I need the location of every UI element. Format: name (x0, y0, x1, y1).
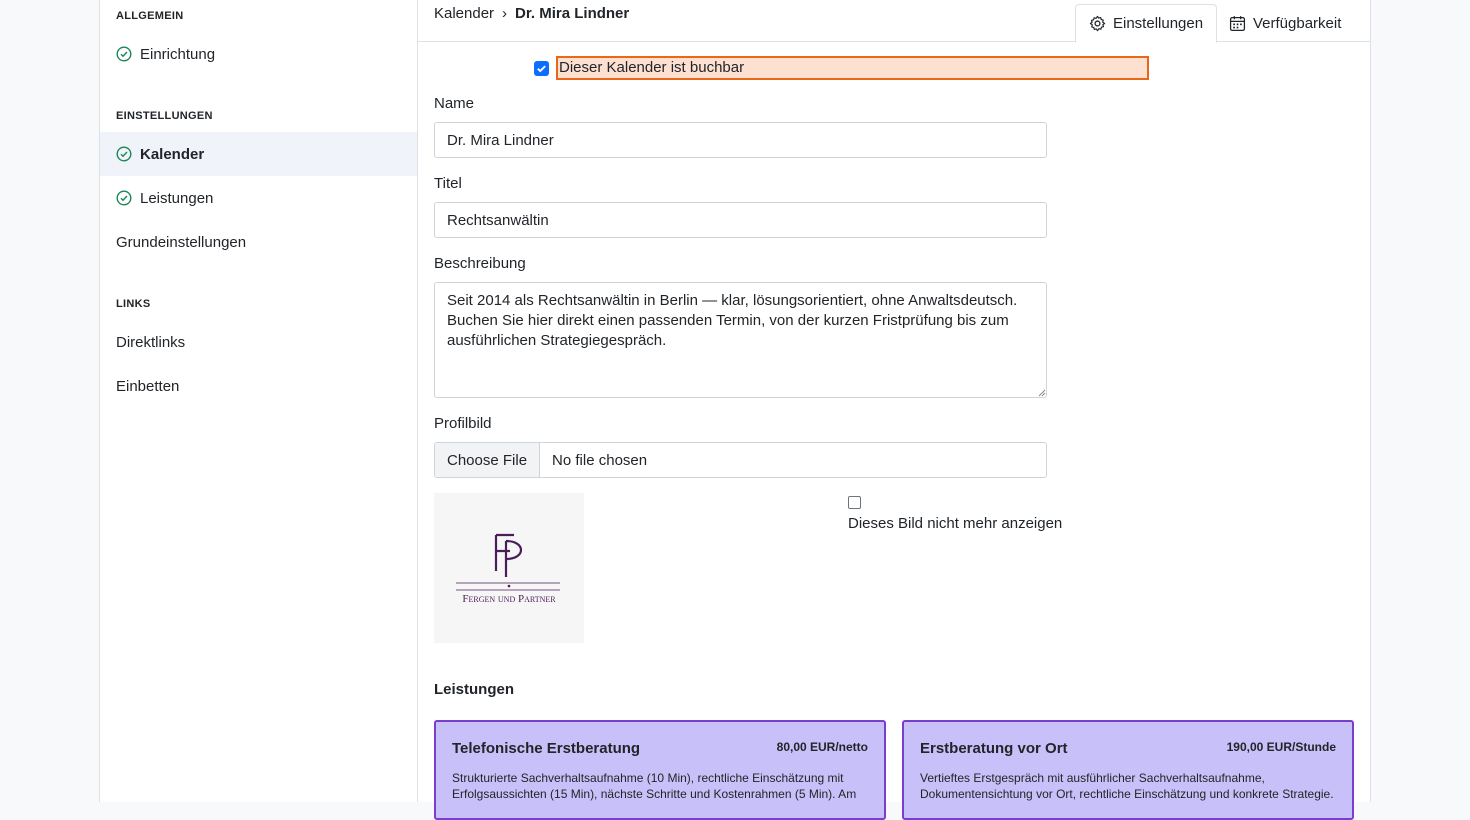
service-card[interactable]: Telefonische Erstberatung 80,00 EUR/nett… (434, 720, 886, 820)
check-circle-icon (116, 146, 132, 162)
services-heading: Leistungen (434, 681, 515, 698)
sidebar-item-label: Leistungen (140, 189, 214, 207)
profile-image-file-input[interactable]: Choose File No file chosen (434, 442, 1047, 478)
sidebar-item-leistungen[interactable]: Leistungen (100, 176, 417, 220)
profile-image: Fergen und Partner (434, 493, 584, 643)
bookable-checkbox[interactable] (534, 61, 549, 76)
hide-image-label[interactable]: Dieses Bild nicht mehr anzeigen (848, 515, 1062, 532)
service-price: 190,00 EUR/Stunde (1226, 740, 1336, 754)
sidebar-item-label: Kalender (140, 145, 205, 163)
service-title: Erstberatung vor Ort (920, 740, 1068, 757)
sidebar-item-einrichtung[interactable]: Einrichtung (100, 32, 417, 76)
bookable-label[interactable]: Dieser Kalender ist buchbar (556, 56, 1149, 80)
name-input[interactable]: Dr. Mira Lindner (434, 122, 1047, 158)
tab-verfuegbarkeit[interactable]: Verfügbarkeit (1216, 4, 1354, 42)
resize-handle-icon[interactable] (1038, 389, 1046, 397)
sidebar-item-label: Einbetten (116, 377, 180, 395)
sidebar-section-einstellungen: EINSTELLUNGEN (116, 110, 213, 122)
check-circle-icon (116, 190, 132, 206)
breadcrumb: Kalender › Dr. Mira Lindner (434, 5, 629, 22)
name-label: Name (434, 95, 475, 112)
sidebar-section-allgemein: ALLGEMEIN (116, 10, 184, 22)
description-label: Beschreibung (434, 255, 526, 272)
sidebar-section-links: LINKS (116, 298, 151, 310)
service-card[interactable]: Erstberatung vor Ort 190,00 EUR/Stunde V… (902, 720, 1354, 820)
calendar-icon (1229, 15, 1246, 32)
file-status: No file chosen (552, 451, 648, 469)
sidebar-item-kalender[interactable]: Kalender (100, 132, 417, 176)
logo-text: Fergen und Partner (462, 593, 556, 605)
app-shell: ALLGEMEIN Einrichtung EINSTELLUNGEN Kale… (99, 0, 1371, 820)
sidebar-item-direktlinks[interactable]: Direktlinks (100, 320, 417, 364)
service-price: 80,00 EUR/netto (776, 740, 868, 754)
service-title: Telefonische Erstberatung (452, 740, 641, 757)
title-label: Titel (434, 175, 462, 192)
sidebar-item-label: Grundeinstellungen (116, 233, 247, 251)
gear-icon (1089, 15, 1106, 32)
tab-label: Einstellungen (1113, 15, 1204, 32)
profile-image-label: Profilbild (434, 415, 492, 432)
top-bar: Kalender › Dr. Mira Lindner Einstellunge… (418, 0, 1370, 43)
main-content: Kalender › Dr. Mira Lindner Einstellunge… (418, 0, 1370, 820)
choose-file-button[interactable]: Choose File (435, 443, 541, 477)
tab-einstellungen[interactable]: Einstellungen (1075, 4, 1218, 43)
hide-image-checkbox[interactable] (848, 496, 861, 509)
description-textarea[interactable]: Seit 2014 als Rechtsanwältin in Berlin —… (434, 282, 1047, 398)
breadcrumb-current: Dr. Mira Lindner (515, 5, 630, 22)
service-description: Vertieftes Erstgespräch mit ausführliche… (920, 771, 1334, 801)
sidebar-item-label: Einrichtung (140, 45, 216, 63)
title-input[interactable]: Rechtsanwältin (434, 202, 1047, 238)
service-description: Strukturierte Sachverhaltsaufnahme (10 M… (452, 771, 857, 801)
breadcrumb-separator: › (502, 5, 508, 22)
check-circle-icon (116, 46, 132, 62)
tab-label: Verfügbarkeit (1253, 14, 1342, 32)
breadcrumb-parent[interactable]: Kalender (434, 5, 494, 22)
sidebar-item-grundeinstellungen[interactable]: Grundeinstellungen (100, 220, 417, 264)
sidebar-item-label: Direktlinks (116, 333, 186, 351)
sidebar: ALLGEMEIN Einrichtung EINSTELLUNGEN Kale… (100, 0, 418, 802)
sidebar-item-einbetten[interactable]: Einbetten (100, 364, 417, 408)
